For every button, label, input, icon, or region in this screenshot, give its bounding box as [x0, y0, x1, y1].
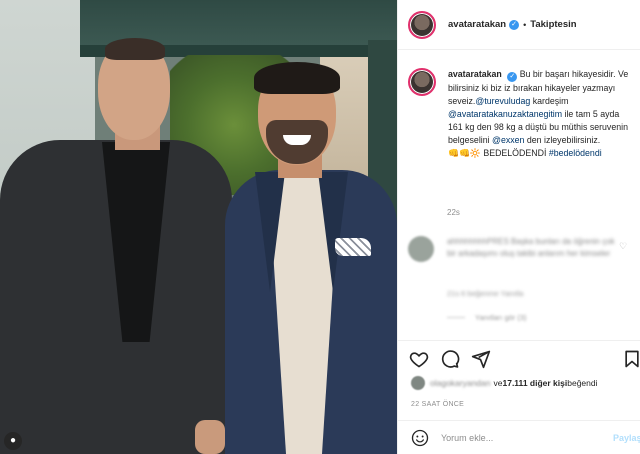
- caption-time: 22s: [447, 208, 460, 217]
- follow-status-button[interactable]: Takiptesin: [530, 19, 576, 30]
- liker-name[interactable]: olagokaryandan: [430, 378, 491, 388]
- emoji-icon[interactable]: [411, 429, 429, 447]
- comment-input[interactable]: [441, 432, 601, 443]
- comment-text: ahhhhhhhhPRES Başka bunları da öğrenin ç…: [447, 237, 615, 258]
- comment-meta: 21s 6 beğenme Yanıtla: [447, 289, 524, 298]
- post-date: 22 SAAT ÖNCE: [411, 401, 465, 408]
- comment-heart-icon[interactable]: ♡: [619, 241, 627, 252]
- person-right-lapel-right: [318, 172, 348, 292]
- person-left-hair: [105, 38, 165, 60]
- mention-exxen[interactable]: @exxen: [492, 135, 524, 145]
- likes-count[interactable]: 17.111 diğer kişi: [502, 378, 567, 388]
- person-right-hair: [254, 62, 340, 94]
- mention-turevuludag[interactable]: @turevuludag: [475, 96, 530, 106]
- hashtag-bedelodendi[interactable]: #bedelödendi: [549, 148, 602, 158]
- comment-row: ahhhhhhhhPRES Başka bunları da öğrenin ç…: [408, 233, 636, 267]
- post-photo[interactable]: ●: [0, 0, 397, 454]
- heart-icon[interactable]: [409, 349, 429, 369]
- caption-tagline: BEDELÖDENDİ: [483, 148, 547, 158]
- action-bar: [398, 340, 640, 376]
- post-sidebar: avataratakan ✓ • Takiptesin avataratakan…: [397, 0, 640, 454]
- add-comment-bar: Paylaş: [398, 420, 640, 454]
- person-right-lapel-left: [255, 172, 285, 292]
- caption-text-4: den izleyebilirsiniz.: [524, 135, 601, 145]
- liker-avatar[interactable]: [411, 376, 425, 390]
- likes-summary: olagokaryandan ve 17.111 diğer kişi beğe…: [411, 376, 598, 390]
- author-username[interactable]: avataratakan: [448, 19, 506, 30]
- comment-icon[interactable]: [440, 349, 460, 369]
- pocket-square: [335, 238, 371, 256]
- post-comment-button[interactable]: Paylaş: [613, 433, 640, 443]
- bookmark-icon[interactable]: [622, 349, 640, 369]
- person-left-hand: [195, 420, 225, 454]
- caption-username[interactable]: avataratakan: [448, 69, 502, 79]
- likes-suffix: beğendi: [567, 378, 598, 388]
- post-header: avataratakan ✓ • Takiptesin: [398, 0, 640, 50]
- verified-badge-icon: ✓: [507, 72, 518, 82]
- author-avatar[interactable]: [408, 10, 436, 39]
- replies-line: [447, 317, 465, 318]
- view-replies[interactable]: Yanıtları gör (3): [447, 313, 527, 322]
- caption: avataratakan ✓ Bu bir başarı hikayesidir…: [408, 68, 636, 160]
- header-separator: •: [523, 19, 527, 30]
- caption-text: avataratakan ✓ Bu bir başarı hikayesidir…: [448, 68, 634, 160]
- caption-text-2: kardeşim: [530, 96, 569, 106]
- commenter-avatar[interactable]: [408, 236, 434, 262]
- share-icon[interactable]: [471, 349, 491, 369]
- likes-prefix: ve: [493, 378, 503, 388]
- tagged-user-icon[interactable]: ●: [4, 432, 22, 450]
- mention-avataratakanuzaktanegitim[interactable]: @avataratakanuzaktanegitim: [448, 109, 562, 119]
- caption-avatar[interactable]: [408, 68, 436, 96]
- verified-badge-icon: ✓: [509, 19, 520, 30]
- emoji-group: 👊👊🔆: [448, 148, 481, 158]
- view-replies-label: Yanıtları gör (3): [475, 313, 527, 322]
